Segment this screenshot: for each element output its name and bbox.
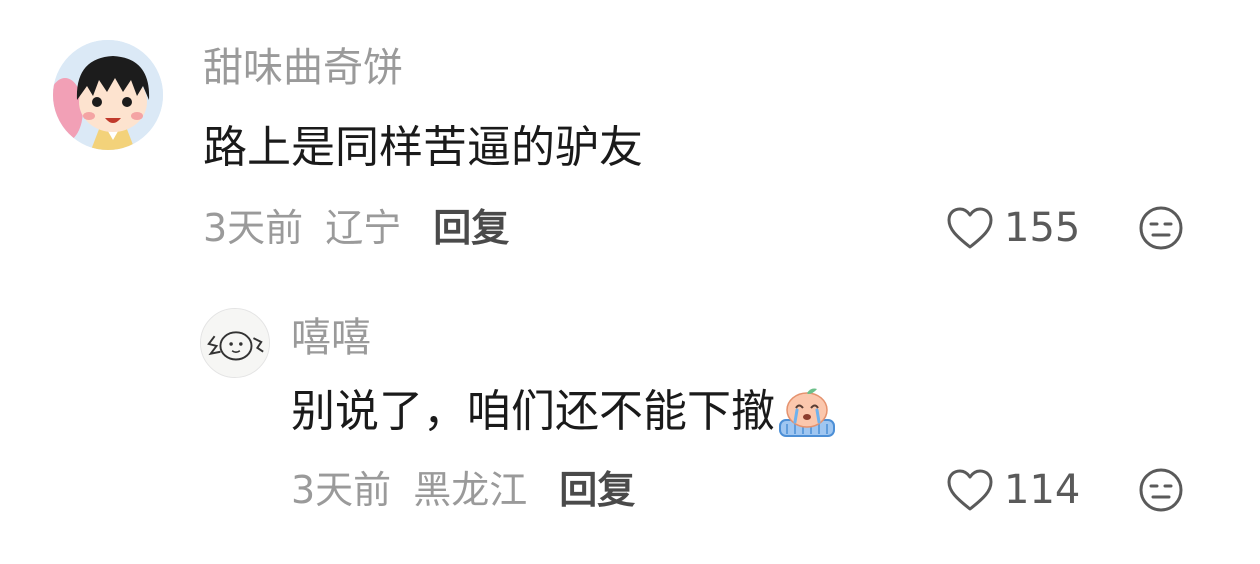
timestamp: 3天前 bbox=[291, 468, 392, 512]
location: 辽宁 bbox=[325, 206, 402, 250]
comment-text: 路上是同样苦逼的驴友 bbox=[203, 122, 643, 173]
dislike-button[interactable] bbox=[1138, 205, 1184, 255]
reply-button[interactable]: 回复 bbox=[433, 205, 509, 251]
comment-text: 别说了，咱们还不能下撤 bbox=[291, 386, 837, 438]
avatar[interactable] bbox=[53, 40, 163, 150]
like-count: 114 bbox=[1004, 467, 1081, 513]
location: 黑龙江 bbox=[413, 468, 528, 512]
doodle-creature-avatar-icon bbox=[201, 309, 269, 377]
like-button[interactable]: 114 bbox=[946, 466, 1080, 514]
like-count: 155 bbox=[1004, 205, 1081, 251]
cartoon-girl-avatar-icon bbox=[53, 40, 163, 150]
username[interactable]: 甜味曲奇饼 bbox=[203, 44, 403, 92]
like-button[interactable]: 155 bbox=[946, 204, 1080, 252]
timestamp: 3天前 bbox=[203, 206, 304, 250]
heart-outline-icon bbox=[947, 207, 993, 249]
comment-text-content: 别说了，咱们还不能下撤 bbox=[291, 386, 775, 437]
avatar[interactable] bbox=[200, 308, 270, 378]
heart-outline-icon bbox=[947, 469, 993, 511]
meh-face-icon bbox=[1139, 468, 1183, 512]
comment-meta: 3天前 辽宁 回复 bbox=[203, 205, 509, 251]
reply-button[interactable]: 回复 bbox=[559, 467, 635, 513]
username[interactable]: 嘻嘻 bbox=[291, 314, 371, 362]
comment-meta: 3天前 黑龙江 回复 bbox=[291, 467, 635, 513]
dislike-button[interactable] bbox=[1138, 467, 1184, 517]
crying-peach-emoji-icon bbox=[779, 388, 835, 437]
meh-face-icon bbox=[1139, 206, 1183, 250]
